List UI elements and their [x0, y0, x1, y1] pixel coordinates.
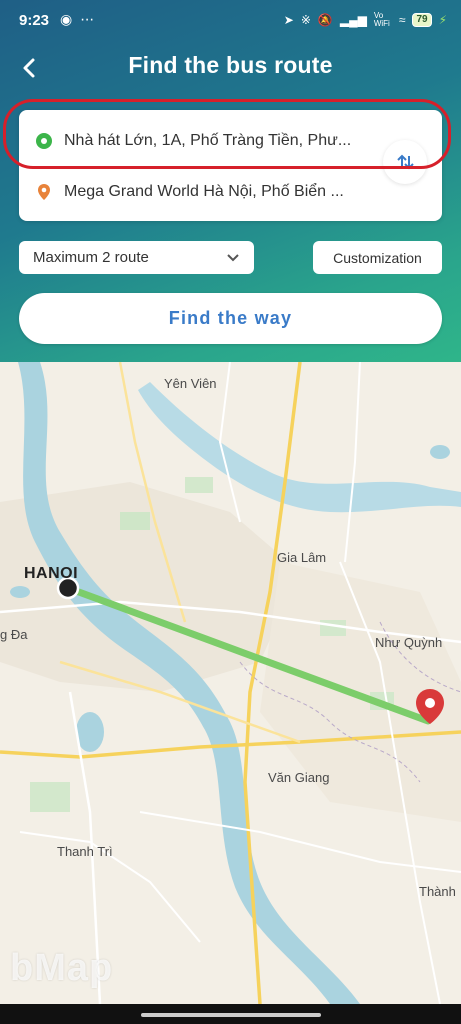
origin-text: Nhà hát Lớn, 1A, Phố Tràng Tiền, Phư... — [64, 132, 352, 149]
map-label-dong-da: g Đa — [0, 627, 28, 642]
map-view[interactable]: Yên Viên HANOI Gia Lâm g Đa Như Quỳnh Vă… — [0, 362, 461, 1004]
map-label-van-giang: Văn Giang — [268, 770, 330, 785]
map-label-thanh-tri: Thanh Trì — [57, 844, 113, 859]
battery-icon: 79 — [412, 13, 432, 27]
status-time: 9:23 — [19, 12, 50, 29]
home-gesture-handle[interactable] — [141, 1013, 321, 1017]
max-route-label: Maximum 2 route — [33, 249, 149, 266]
chat-icon: ◉ — [60, 11, 73, 27]
map-label-gia-lam: Gia Lâm — [277, 550, 327, 565]
map-label-thanh: Thành — [419, 884, 456, 899]
more-icon: ⋯ — [80, 11, 95, 27]
swap-arrows-icon — [397, 154, 414, 170]
origin-field[interactable]: Nhà hát Lớn, 1A, Phố Tràng Tiền, Phư... — [19, 121, 379, 161]
swap-button[interactable] — [383, 140, 427, 184]
bluetooth-icon: ※ — [300, 13, 311, 27]
charging-icon: ⚡ — [438, 13, 447, 27]
customization-button[interactable]: Customization — [313, 241, 442, 274]
header-background: 9:23 ◉ ⋯ ➤ ※ 🔕 ▂▄▆ Vo WiFi ≈ 79 ⚡ Find t… — [0, 0, 461, 362]
location-icon: ➤ — [283, 13, 294, 27]
divider — [65, 166, 385, 167]
signal-icon: ▂▄▆ — [339, 13, 367, 27]
status-bar: 9:23 ◉ ⋯ ➤ ※ 🔕 ▂▄▆ Vo WiFi ≈ 79 ⚡ — [0, 0, 461, 44]
destination-text: Mega Grand World Hà Nội, Phố Biển ... — [64, 183, 344, 200]
mute-icon: 🔕 — [317, 13, 333, 27]
origin-dot-icon — [36, 133, 52, 149]
map-label-hanoi: HANOI — [24, 565, 79, 582]
map-label-yen-vien: Yên Viên — [164, 376, 217, 391]
route-input-card: Nhà hát Lớn, 1A, Phố Tràng Tiền, Phư... … — [19, 110, 442, 221]
status-right-icons: ➤ ※ 🔕 ▂▄▆ Vo WiFi ≈ 79 ⚡ — [284, 12, 447, 28]
bmap-watermark-logo: bMap — [10, 947, 114, 989]
find-way-button[interactable]: Find the way — [19, 293, 442, 344]
chevron-down-icon — [227, 253, 239, 261]
destination-field[interactable]: Mega Grand World Hà Nội, Phố Biển ... — [19, 172, 379, 212]
wifi-icon: ≈ — [398, 13, 406, 27]
vowifi-icon: Vo WiFi — [373, 11, 390, 28]
max-route-dropdown[interactable]: Maximum 2 route — [19, 241, 254, 274]
map-label-nhu-quynh: Như Quỳnh — [375, 635, 443, 650]
location-pin-icon — [36, 183, 52, 201]
page-title: Find the bus route — [128, 52, 333, 78]
system-nav-bar — [0, 1004, 461, 1024]
notification-icons: ◉ ⋯ — [60, 11, 94, 28]
map-canvas — [0, 362, 461, 1004]
